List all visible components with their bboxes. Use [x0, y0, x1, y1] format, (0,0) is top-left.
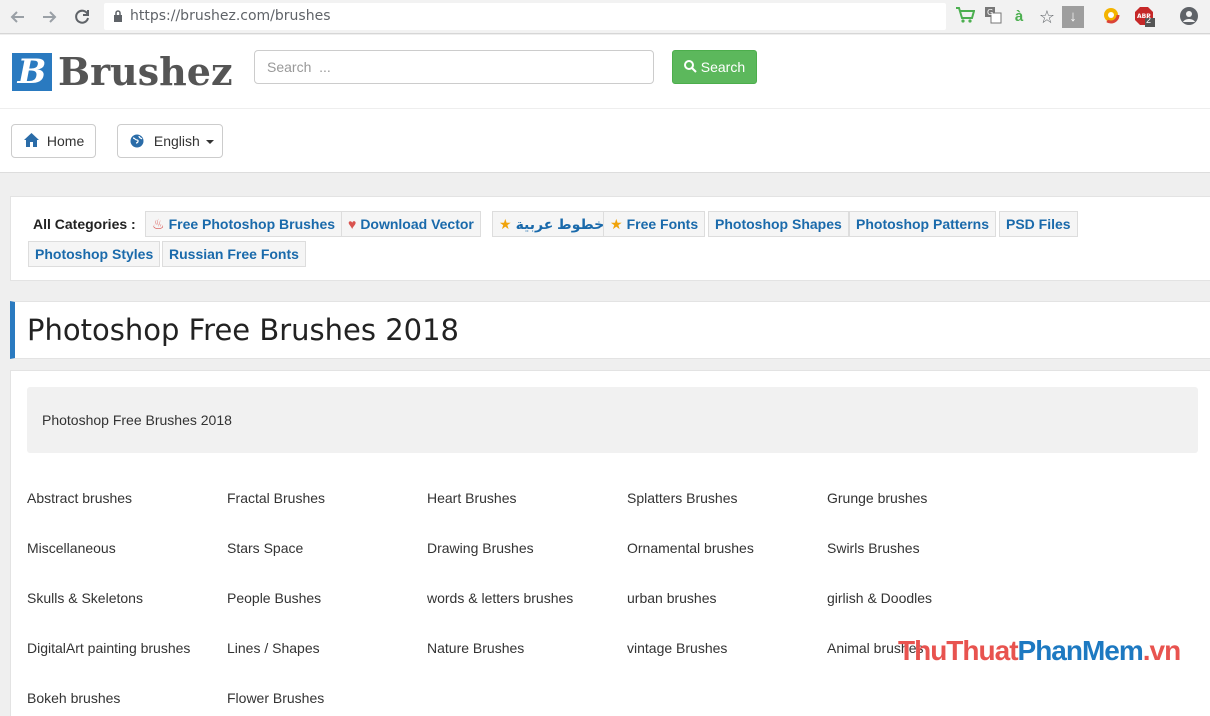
watermark: ThuThuatPhanMem.vn [898, 635, 1181, 667]
brush-link[interactable]: Fractal Brushes [227, 490, 325, 506]
categories-panel: All Categories : ♨ Free Photoshop Brushes… [10, 196, 1210, 281]
translate-icon[interactable]: G [982, 6, 1004, 28]
browser-toolbar: https://brushez.com/brushes G à ☆ ↓ ABP … [0, 0, 1210, 34]
brush-link[interactable]: DigitalArt painting brushes [27, 640, 190, 656]
brush-link[interactable]: Drawing Brushes [427, 540, 534, 556]
brush-link[interactable]: Heart Brushes [427, 490, 516, 506]
category-label: Photoshop Patterns [856, 216, 990, 232]
brush-link[interactable]: Abstract brushes [27, 490, 132, 506]
watermark-part: .vn [1142, 635, 1181, 666]
cart-icon[interactable] [954, 6, 976, 28]
brush-link[interactable]: Splatters Brushes [627, 490, 738, 506]
page-title: Photoshop Free Brushes 2018 [27, 313, 459, 347]
category-free-fonts[interactable]: ★ Free Fonts [603, 211, 706, 237]
language-dropdown[interactable]: English [117, 124, 223, 158]
home-icon [24, 133, 39, 147]
star-icon: ★ [610, 216, 623, 232]
brush-link[interactable]: Ornamental brushes [627, 540, 754, 556]
category-russian-free-fonts[interactable]: Russian Free Fonts [162, 241, 306, 267]
category-label: Photoshop Styles [35, 246, 154, 262]
account-icon[interactable] [1178, 6, 1200, 28]
category-download-vector[interactable]: ♥ Download Vector [341, 211, 481, 237]
home-button[interactable]: Home [11, 124, 96, 158]
adblock-icon[interactable]: ABP 2 [1134, 6, 1156, 28]
url-text: https://brushez.com/brushes [130, 8, 331, 24]
page-description: Photoshop Free Brushes 2018 [42, 412, 232, 428]
category-label: Download Vector [360, 216, 474, 232]
category-label: خطوط عربية [515, 216, 605, 232]
brush-link[interactable]: urban brushes [627, 590, 717, 606]
logo-text: Brushez [58, 49, 233, 94]
category-label: Free Photoshop Brushes [168, 216, 336, 232]
brush-link[interactable]: Skulls & Skeletons [27, 590, 143, 606]
svg-text:G: G [987, 8, 993, 17]
brush-link[interactable]: Grunge brushes [827, 490, 927, 506]
search-icon [683, 60, 697, 73]
globe-icon [130, 134, 144, 148]
search-button[interactable]: Search [672, 50, 757, 84]
category-psd-files[interactable]: PSD Files [999, 211, 1078, 237]
chrome-ext-icon[interactable] [1100, 6, 1122, 28]
forward-icon[interactable] [38, 6, 60, 28]
brush-link[interactable]: Swirls Brushes [827, 540, 920, 556]
site-header: B Brushez Search Home English [0, 35, 1210, 173]
category-arabic-fonts[interactable]: ★ خطوط عربية [492, 211, 612, 237]
brush-link[interactable]: Lines / Shapes [227, 640, 320, 656]
category-photoshop-styles[interactable]: Photoshop Styles [28, 241, 161, 267]
brush-link[interactable]: Flower Brushes [227, 690, 324, 706]
brush-link[interactable]: girlish & Doodles [827, 590, 932, 606]
lock-icon [114, 10, 122, 22]
adblock-count: 2 [1146, 15, 1152, 25]
brush-link[interactable]: Bokeh brushes [27, 690, 120, 706]
brush-link[interactable]: People Bushes [227, 590, 321, 606]
back-icon[interactable] [7, 6, 29, 28]
search-input[interactable] [254, 50, 654, 84]
category-photoshop-patterns[interactable]: Photoshop Patterns [849, 211, 997, 237]
category-label: Photoshop Shapes [715, 216, 842, 232]
search-button-label: Search [700, 59, 746, 75]
category-label: Free Fonts [626, 216, 699, 232]
watermark-part: PhanMem [1017, 635, 1144, 666]
logo-mark: B [12, 53, 52, 91]
brush-link[interactable]: Stars Space [227, 540, 303, 556]
header-divider [0, 108, 1210, 109]
address-bar[interactable]: https://brushez.com/brushes [104, 3, 946, 30]
reload-icon[interactable] [71, 6, 93, 28]
star-icon[interactable]: ☆ [1036, 6, 1058, 28]
brush-link[interactable]: Nature Brushes [427, 640, 524, 656]
category-free-photoshop-brushes[interactable]: ♨ Free Photoshop Brushes [145, 211, 343, 237]
star-icon: ★ [499, 216, 512, 232]
category-label: Russian Free Fonts [169, 246, 299, 262]
brush-link[interactable]: words & letters brushes [427, 590, 573, 606]
language-label: English [153, 133, 200, 149]
page-title-bar: Photoshop Free Brushes 2018 [10, 301, 1210, 359]
brush-link[interactable]: vintage Brushes [627, 640, 727, 656]
categories-title: All Categories : [33, 216, 136, 232]
heart-icon: ♥ [348, 216, 357, 232]
description-well: Photoshop Free Brushes 2018 [27, 387, 1198, 453]
category-photoshop-shapes[interactable]: Photoshop Shapes [708, 211, 849, 237]
watermark-part: ThuThuat [898, 635, 1019, 666]
brush-link[interactable]: Miscellaneous [27, 540, 116, 556]
fire-icon: ♨ [152, 216, 165, 232]
home-label: Home [46, 133, 85, 149]
category-label: PSD Files [1006, 216, 1071, 232]
dictionary-icon[interactable]: à [1008, 6, 1030, 28]
download-icon[interactable]: ↓ [1062, 6, 1084, 28]
chevron-down-icon [205, 140, 214, 145]
